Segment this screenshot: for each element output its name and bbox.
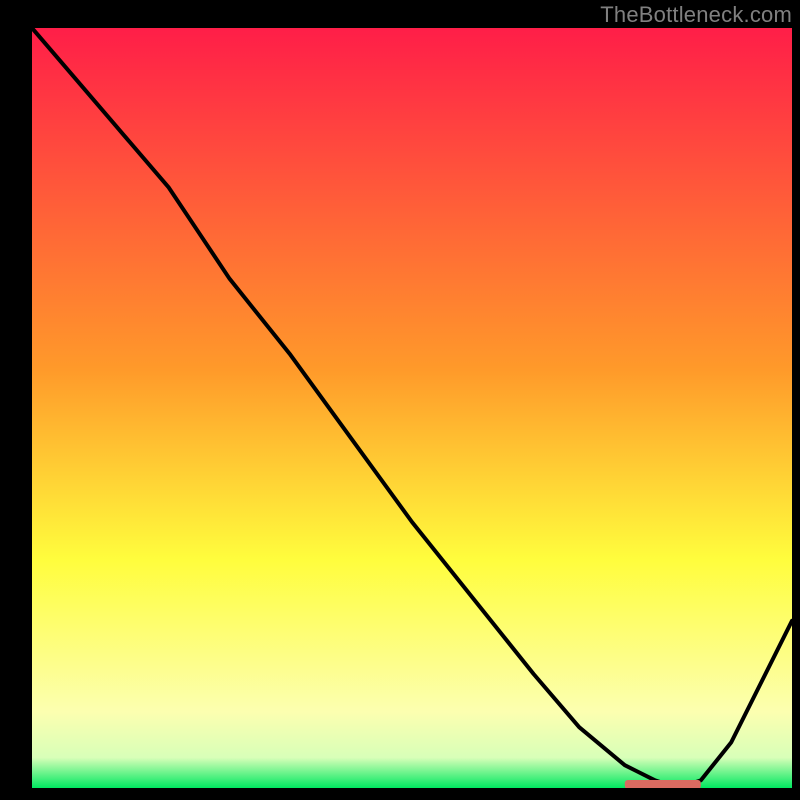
watermark-label: TheBottleneck.com bbox=[600, 2, 792, 28]
chart-svg bbox=[32, 28, 792, 788]
chart-frame bbox=[32, 28, 792, 788]
optimum-marker bbox=[625, 780, 701, 788]
gradient-background bbox=[32, 28, 792, 788]
